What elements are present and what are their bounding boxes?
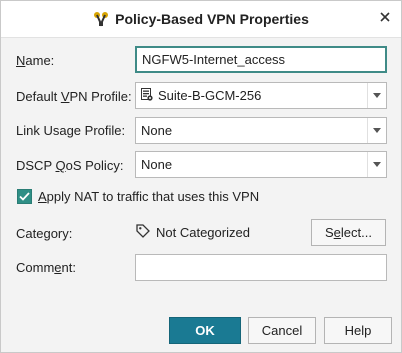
default-vpn-profile-label-prefix: Default: [16, 89, 61, 104]
select-category-button[interactable]: Se lect...: [311, 219, 386, 246]
policy-based-vpn-properties-dialog: Policy-Based VPN Properties Name: NGFW5-…: [0, 0, 402, 353]
link-usage-profile-select[interactable]: None: [135, 117, 387, 144]
title-bar: Policy-Based VPN Properties: [1, 1, 401, 38]
comment-input[interactable]: [135, 254, 387, 281]
dscp-qos-policy-label-mnemonic: Q: [55, 158, 66, 173]
select-button-rest: lect...: [340, 225, 372, 240]
dscp-qos-policy-label-prefix: DSCP: [16, 158, 56, 173]
default-vpn-profile-select[interactable]: Suite-B-GCM-256: [135, 82, 387, 109]
link-usage-profile-value: None: [136, 123, 367, 138]
dscp-qos-policy-dropdown-arrow[interactable]: [367, 152, 386, 177]
select-button-prefix: S: [325, 225, 334, 240]
chevron-down-icon: [373, 162, 381, 167]
name-label-rest: ame:: [25, 53, 55, 68]
link-usage-profile-label: Link Usage Profile:: [16, 123, 126, 138]
dscp-qos-policy-value: None: [136, 157, 367, 172]
vpn-profile-icon: [141, 87, 153, 104]
chevron-down-icon: [373, 128, 381, 133]
comment-label-rest: nt:: [61, 260, 76, 275]
dscp-qos-policy-label-rest: oS Policy:: [65, 158, 124, 173]
apply-nat-label-mnemonic: A: [38, 189, 47, 204]
comment-label-mnemonic: e: [54, 260, 62, 275]
default-vpn-profile-label: Default VPN Profile:: [16, 89, 132, 104]
category-label: Category:: [16, 226, 73, 241]
cancel-button[interactable]: Cancel: [248, 317, 316, 344]
default-vpn-profile-dropdown-arrow[interactable]: [367, 83, 386, 108]
name-label-mnemonic: N: [16, 53, 26, 68]
apply-nat-checkbox[interactable]: [17, 189, 32, 204]
select-button-mnemonic: e: [333, 225, 341, 240]
dscp-qos-policy-select[interactable]: None: [135, 151, 387, 178]
apply-nat-row[interactable]: Apply NAT to traffic that uses this VPN: [17, 189, 259, 204]
comment-label-prefix: Comm: [16, 260, 55, 275]
name-input-value: NGFW5-Internet_access: [142, 52, 286, 67]
dscp-qos-policy-label: DSCP QoS Policy:: [16, 158, 123, 173]
category-value-text: Not Categorized: [156, 225, 250, 240]
title-wrap: Policy-Based VPN Properties: [1, 1, 401, 37]
apply-nat-label: Apply NAT to traffic that uses this VPN: [38, 189, 259, 204]
name-input[interactable]: NGFW5-Internet_access: [135, 46, 387, 73]
name-label: Name:: [16, 53, 54, 68]
tag-icon: [136, 224, 150, 241]
default-vpn-profile-value-text: Suite-B-GCM-256: [158, 88, 262, 103]
default-vpn-profile-label-rest: PN Profile:: [69, 89, 132, 104]
ok-button[interactable]: OK: [169, 317, 241, 344]
link-usage-profile-dropdown-arrow[interactable]: [367, 118, 386, 143]
default-vpn-profile-value: Suite-B-GCM-256: [136, 87, 367, 104]
close-button[interactable]: [377, 10, 393, 26]
comment-label: Comment:: [16, 260, 76, 275]
chevron-down-icon: [373, 93, 381, 98]
link-usage-profile-value-text: None: [141, 123, 173, 138]
help-button[interactable]: Help: [324, 317, 392, 344]
close-icon: [380, 9, 390, 27]
category-value: Not Categorized: [136, 224, 250, 241]
checkmark-icon: [19, 192, 30, 201]
dscp-qos-policy-value-text: None: [141, 157, 173, 172]
dialog-title: Policy-Based VPN Properties: [115, 11, 309, 27]
policy-vpn-icon: [93, 11, 109, 27]
apply-nat-label-rest: pply NAT to traffic that uses this VPN: [46, 189, 260, 204]
